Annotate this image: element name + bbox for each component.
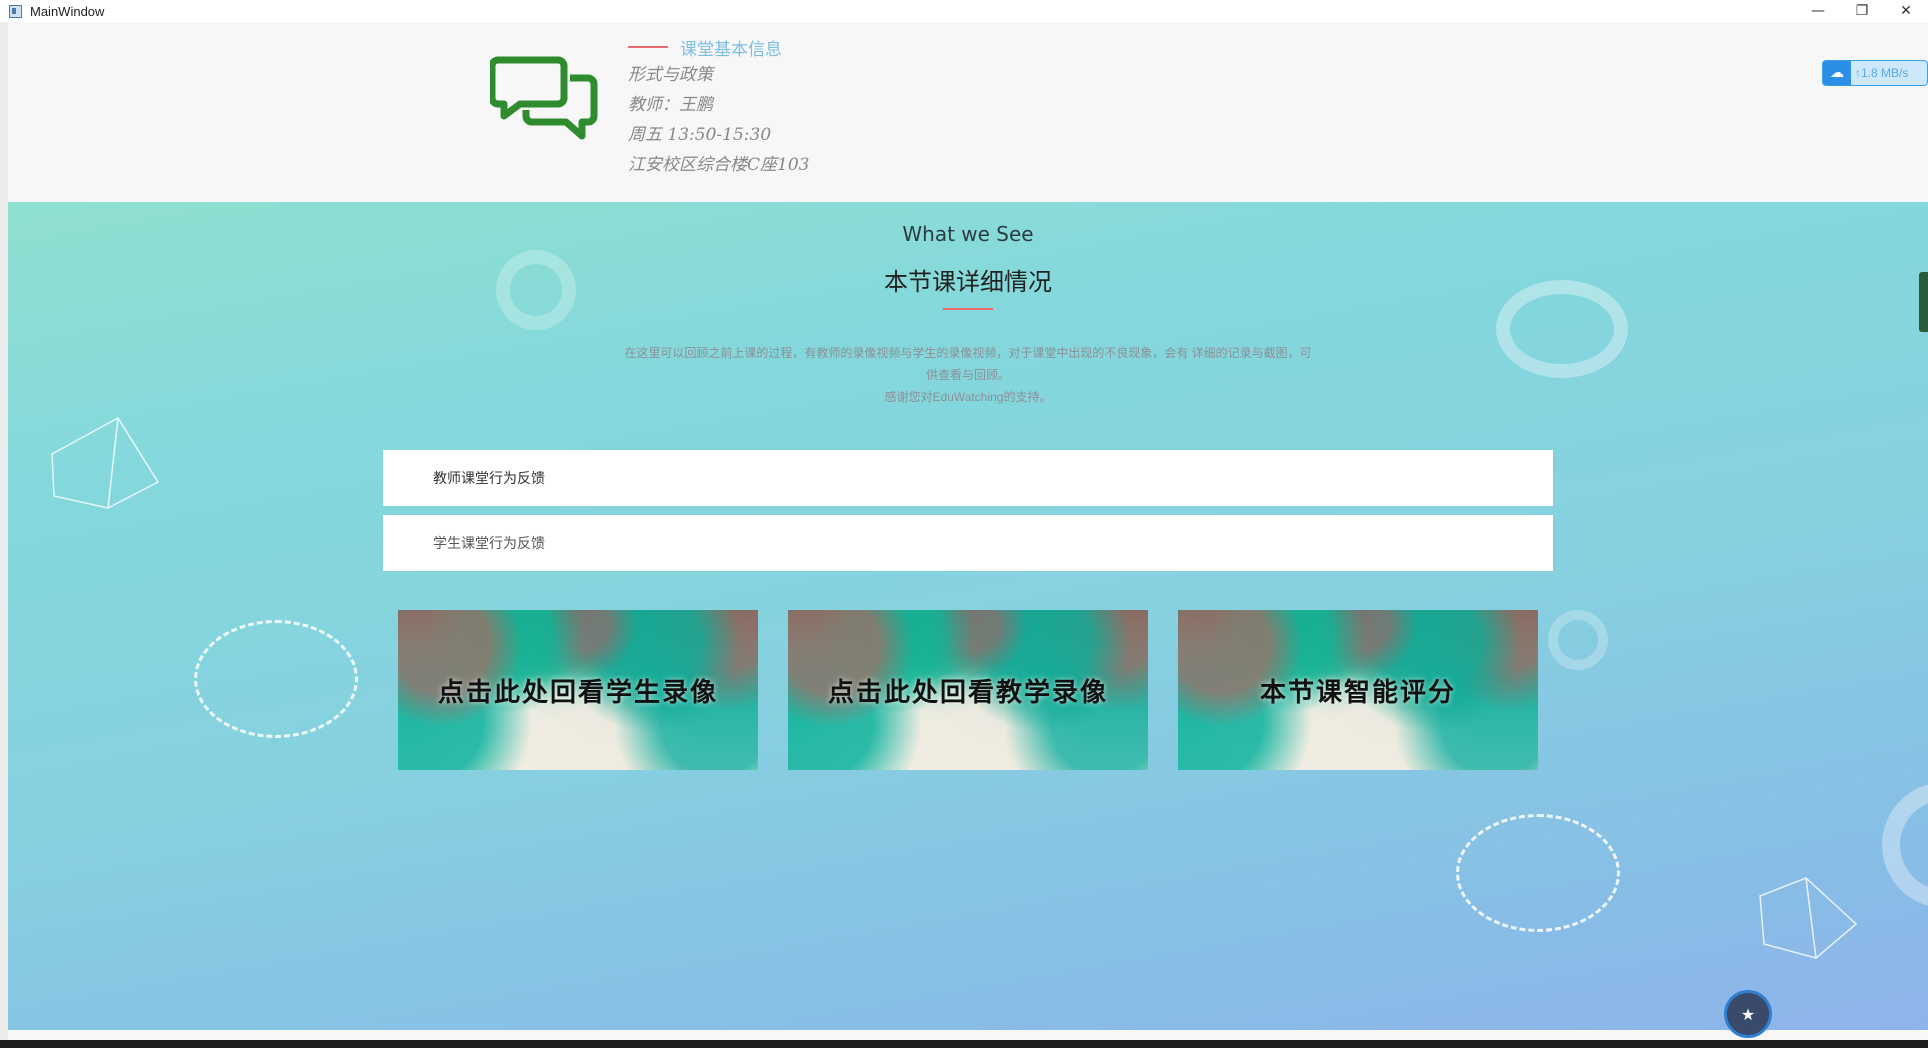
close-button[interactable]: ✕ xyxy=(1884,0,1928,22)
card-label: 本节课智能评分 xyxy=(1259,677,1456,708)
cloud-upload-icon: ☁ xyxy=(1823,61,1851,85)
student-feedback-panel[interactable]: 学生课堂行为反馈 xyxy=(383,515,1553,571)
minimize-button[interactable]: — xyxy=(1796,0,1840,22)
window-controls: — ❐ ✕ xyxy=(1796,0,1928,22)
maximize-button[interactable]: ❐ xyxy=(1840,0,1884,22)
description-line: 在这里可以回顾之前上课的过程，有教师的录像视频与学生的录像视频，对于课堂中出现的… xyxy=(624,346,1312,360)
deco-ring xyxy=(1882,782,1928,908)
panel-label: 学生课堂行为反馈 xyxy=(433,535,545,551)
user-avatar-icon[interactable]: ★ xyxy=(1724,990,1772,1038)
page-description: 在这里可以回顾之前上课的过程，有教师的录像视频与学生的录像视频，对于课堂中出现的… xyxy=(588,342,1348,408)
main-content: What we See 本节课详细情况 在这里可以回顾之前上课的过程，有教师的录… xyxy=(8,202,1928,1030)
description-line: 感谢您对EduWatching的支持。 xyxy=(884,390,1052,404)
course-info: 课堂基本信息 形式与政策 教师：王鹏 周五 13:50-15:30 江安校区综合… xyxy=(628,34,809,180)
section-eyebrow: What we See xyxy=(902,222,1034,246)
network-speed-badge[interactable]: ☁ ↑1.8 MB/s xyxy=(1822,60,1928,86)
panel-label: 教师课堂行为反馈 xyxy=(433,470,545,486)
desktop-edge xyxy=(0,22,8,1040)
teacher-feedback-panel[interactable]: 教师课堂行为反馈 xyxy=(383,450,1553,506)
class-location: 江安校区综合楼C座103 xyxy=(628,155,810,175)
title-accent-line xyxy=(628,46,668,48)
card-label: 点击此处回看学生录像 xyxy=(437,677,718,708)
title-bar: MainWindow — ❐ ✕ xyxy=(0,0,1928,22)
app-window-icon xyxy=(9,4,22,18)
teacher-name: 教师：王鹏 xyxy=(628,95,713,115)
side-drawer-handle[interactable] xyxy=(1919,272,1928,332)
deco-dashed-circle xyxy=(194,620,358,738)
page-title: 本节课详细情况 xyxy=(884,268,1052,296)
smart-score-button[interactable]: 本节课智能评分 xyxy=(1178,610,1538,770)
deco-cube xyxy=(51,417,160,509)
course-name: 形式与政策 xyxy=(628,65,713,85)
student-video-button[interactable]: 点击此处回看学生录像 xyxy=(398,610,758,770)
chat-bubbles-icon xyxy=(490,56,598,140)
network-speed-text: ↑1.8 MB/s xyxy=(1855,66,1909,80)
deco-ring xyxy=(1548,610,1608,670)
section-title-row: 课堂基本信息 xyxy=(628,34,809,60)
deco-cube xyxy=(1759,877,1858,959)
window-title: MainWindow xyxy=(30,3,105,19)
class-time: 周五 13:50-15:30 xyxy=(628,125,772,145)
section-title: 课堂基本信息 xyxy=(680,39,782,60)
teaching-video-button[interactable]: 点击此处回看教学录像 xyxy=(788,610,1148,770)
taskbar xyxy=(0,1040,1928,1048)
title-underline xyxy=(943,308,993,310)
card-label: 点击此处回看教学录像 xyxy=(827,677,1108,708)
deco-dashed-circle xyxy=(1456,814,1620,932)
description-line: 供查看与回顾。 xyxy=(925,368,1010,382)
course-info-header: 课堂基本信息 形式与政策 教师：王鹏 周五 13:50-15:30 江安校区综合… xyxy=(8,22,1928,202)
